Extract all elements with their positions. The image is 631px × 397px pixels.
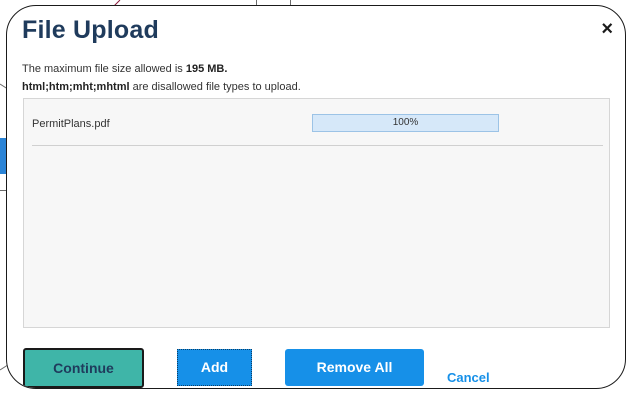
max-size-line: The maximum file size allowed is 195 MB. (22, 60, 301, 78)
upload-progress-label: 100% (392, 117, 419, 128)
file-upload-dialog: File Upload × The maximum file size allo… (6, 5, 626, 389)
disallowed-types-line: html;htm;mht;mhtml are disallowed file t… (22, 78, 301, 96)
screen: File Upload × The maximum file size allo… (0, 0, 631, 397)
file-name: PermitPlans.pdf (32, 118, 110, 130)
cancel-button[interactable]: Cancel (447, 368, 517, 388)
close-icon[interactable]: × (601, 19, 613, 39)
disallowed-types: html;htm;mht;mhtml (22, 81, 130, 93)
dialog-title: File Upload (22, 16, 159, 44)
upload-info: The maximum file size allowed is 195 MB.… (22, 60, 301, 96)
remove-all-button[interactable]: Remove All (285, 349, 424, 386)
add-button[interactable]: Add (177, 349, 252, 386)
file-row: PermitPlans.pdf 100% (32, 113, 603, 146)
disallowed-types-text: are disallowed file types to upload. (129, 81, 301, 93)
max-size-value: 195 MB. (185, 63, 228, 75)
upload-progress-bar: 100% (312, 114, 499, 132)
max-size-text: The maximum file size allowed is (22, 63, 186, 75)
continue-button[interactable]: Continue (23, 348, 144, 388)
file-list: PermitPlans.pdf 100% (23, 98, 610, 328)
